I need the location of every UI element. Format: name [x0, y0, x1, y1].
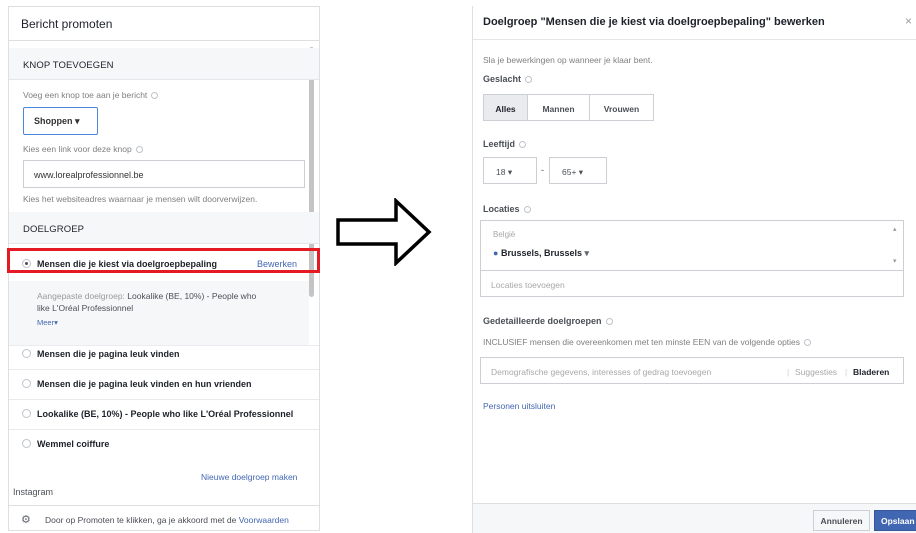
info-icon[interactable] — [605, 318, 613, 326]
radio[interactable] — [22, 439, 31, 448]
divider — [9, 369, 319, 370]
info-icon[interactable] — [135, 146, 143, 154]
gender-option-women[interactable]: Vrouwen — [590, 94, 654, 121]
gear-icon[interactable]: ⚙ — [21, 513, 31, 526]
separator: | — [787, 367, 790, 377]
map-pin-icon: ● — [493, 248, 499, 258]
info-icon[interactable] — [525, 76, 533, 84]
radio[interactable] — [22, 349, 31, 358]
info-icon[interactable] — [519, 141, 527, 149]
detailed-targeting-input[interactable]: Demografische gegevens, interesses of ge… — [480, 357, 904, 384]
add-locations-input[interactable]: Locaties toevoegen — [480, 271, 904, 297]
browse-button[interactable]: Bladeren — [853, 367, 889, 377]
instagram-label: Instagram — [13, 487, 54, 497]
exclude-people-link[interactable]: Personen uitsluiten — [483, 401, 555, 411]
info-icon[interactable] — [523, 206, 531, 214]
caret-down-icon: ▾ — [584, 248, 590, 258]
country-label: België — [493, 230, 516, 239]
gender-label: Geslacht — [483, 74, 533, 84]
arrow-right-icon — [336, 196, 432, 271]
dialog-footer: Annuleren Opslaan — [473, 503, 916, 533]
close-icon[interactable]: × — [905, 14, 912, 28]
gender-option-all[interactable]: Alles — [483, 94, 528, 121]
url-help-text: Kies het websiteadres waarnaar je mensen… — [23, 194, 258, 204]
new-audience-link[interactable]: Nieuwe doelgroep maken — [201, 472, 297, 482]
suggestions-button[interactable]: Suggesties — [795, 367, 837, 377]
terms-link[interactable]: Voorwaarden — [239, 515, 289, 525]
button-type-dropdown[interactable]: Shoppen ▾ — [23, 107, 98, 135]
radio[interactable] — [22, 409, 31, 418]
locations-box[interactable]: België ● Brussels, Brussels ▾ ▴ ▾ — [480, 220, 904, 271]
cancel-button[interactable]: Annuleren — [813, 510, 870, 531]
separator: | — [845, 367, 848, 377]
section-heading-audience: DOELGROEP — [9, 212, 319, 244]
radio[interactable] — [22, 379, 31, 388]
divider — [9, 345, 319, 346]
custom-audience-text: Aangepaste doelgroep: Lookalike (BE, 10%… — [37, 291, 257, 313]
age-min-dropdown[interactable]: 18 ▾ — [483, 157, 537, 184]
scroll-up-icon[interactable]: ▴ — [893, 225, 897, 233]
caret-down-icon: ▾ — [507, 167, 513, 177]
highlight-box — [7, 248, 320, 273]
age-max-dropdown[interactable]: 65+ ▾ — [549, 157, 607, 184]
detailed-targeting-label: Gedetailleerde doelgroepen — [483, 316, 613, 326]
audience-option[interactable]: Lookalike (BE, 10%) - People who like L'… — [37, 409, 293, 419]
age-label: Leeftijd — [483, 139, 527, 149]
more-link[interactable]: Meer▾ — [37, 318, 58, 327]
location-chip[interactable]: ● Brussels, Brussels ▾ — [493, 248, 589, 259]
info-icon[interactable] — [151, 92, 159, 100]
save-button[interactable]: Opslaan — [874, 510, 916, 531]
caret-down-icon: ▾ — [578, 167, 584, 177]
scroll-down-icon[interactable]: ▾ — [893, 257, 897, 265]
locations-label: Locaties — [483, 204, 531, 214]
edit-audience-dialog: Doelgroep "Mensen die je kiest via doelg… — [472, 6, 916, 533]
age-separator: - — [541, 165, 544, 175]
save-hint: Sla je bewerkingen op wanneer je klaar b… — [483, 55, 653, 65]
footer: ⚙ Door op Promoten te klikken, ga je akk… — [9, 505, 319, 530]
add-button-label: Voeg een knop toe aan je bericht — [23, 90, 159, 100]
inclusive-text: INCLUSIEF mensen die overeenkomen met te… — [483, 337, 812, 347]
url-field[interactable]: www.lorealprofessionnel.be — [23, 160, 305, 188]
panel-title: Bericht promoten — [9, 7, 319, 41]
divider — [9, 399, 319, 400]
caret-down-icon: ▾ — [75, 116, 80, 126]
audience-option[interactable]: Wemmel coiffure — [37, 439, 109, 449]
link-label: Kies een link voor deze knop — [23, 144, 143, 154]
terms-text: Door op Promoten te klikken, ga je akkoo… — [45, 515, 289, 525]
divider — [9, 429, 319, 430]
section-heading-add-button: KNOP TOEVOEGEN — [9, 48, 319, 80]
audience-option[interactable]: Mensen die je pagina leuk vinden — [37, 349, 180, 359]
dialog-title: Doelgroep "Mensen die je kiest via doelg… — [473, 6, 916, 40]
audience-option[interactable]: Mensen die je pagina leuk vinden en hun … — [37, 379, 252, 389]
gender-option-men[interactable]: Mannen — [528, 94, 590, 121]
info-icon[interactable] — [804, 339, 812, 347]
